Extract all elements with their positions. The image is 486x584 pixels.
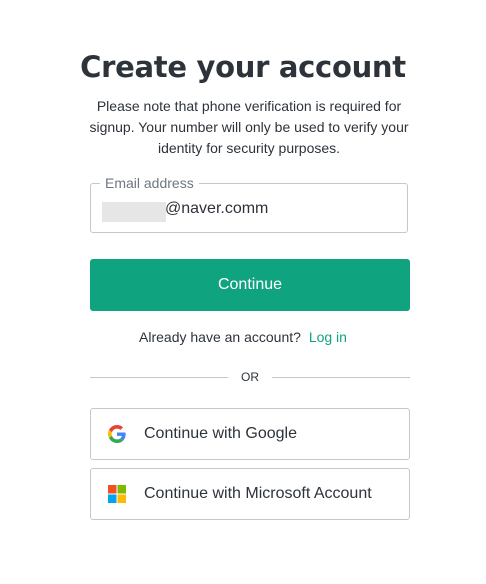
verification-notice: Please note that phone verification is r…	[89, 98, 409, 156]
continue-with-microsoft-button[interactable]: Continue with Microsoft Account	[90, 468, 410, 520]
login-prompt-row: Already have an account? Log in	[0, 328, 486, 346]
login-prompt-text: Already have an account?	[139, 329, 301, 345]
google-icon	[108, 425, 126, 443]
microsoft-button-label: Continue with Microsoft Account	[144, 485, 372, 502]
microsoft-icon	[108, 485, 126, 503]
continue-with-google-button[interactable]: Continue with Google	[90, 408, 410, 460]
continue-button[interactable]: Continue	[90, 259, 410, 311]
email-field-value[interactable]: @naver.comm	[165, 198, 268, 220]
redacted-email-prefix	[102, 202, 166, 222]
email-field[interactable]: Email address @naver.comm	[90, 174, 408, 233]
login-link[interactable]: Log in	[309, 329, 347, 345]
divider-left	[90, 377, 228, 378]
google-button-label: Continue with Google	[144, 425, 297, 442]
divider-or-text: OR	[241, 370, 259, 384]
page-title: Create your account	[80, 50, 406, 84]
divider-right	[272, 377, 410, 378]
email-field-label: Email address	[100, 174, 199, 192]
